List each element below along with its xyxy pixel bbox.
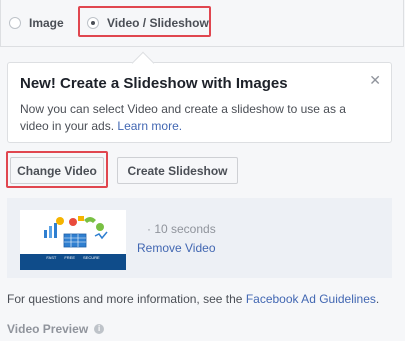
video-thumbnail[interactable]: FAST FREE SECURE	[20, 210, 126, 270]
format-selector-bar: Image Video / Slideshow	[0, 0, 405, 48]
video-preview-heading: Video Preview i	[7, 322, 105, 336]
thumbnail-captions: FAST FREE SECURE	[20, 255, 126, 260]
radio-image-circle[interactable]	[9, 17, 21, 29]
learn-more-link[interactable]: Learn more.	[117, 119, 182, 133]
ad-guidelines-note: For questions and more information, see …	[7, 292, 379, 306]
thumbnail-caption-free: FREE	[64, 255, 75, 260]
info-icon[interactable]: i	[94, 324, 105, 334]
radio-image-label[interactable]: Image	[29, 16, 64, 30]
thumbnail-caption-secure: SECURE	[83, 255, 100, 260]
close-icon[interactable]: ✕	[369, 73, 381, 87]
facebook-ad-guidelines-link[interactable]: Facebook Ad Guidelines	[246, 292, 376, 306]
highlight-box-change-video	[6, 151, 108, 188]
notice-body: Now you can select Video and create a sl…	[20, 101, 350, 135]
notice-body-text: Now you can select Video and create a sl…	[20, 102, 346, 133]
highlight-box-video-option	[78, 6, 211, 37]
video-preview-label: Video Preview	[7, 322, 89, 336]
selected-video-panel: FAST FREE SECURE · 10 seconds Remove Vid…	[7, 198, 392, 278]
footer-suffix: .	[375, 292, 380, 306]
radio-image[interactable]: Image	[9, 14, 64, 32]
notice-title: New! Create a Slideshow with Images	[20, 75, 288, 92]
create-slideshow-button[interactable]: Create Slideshow	[117, 157, 238, 184]
remove-video-link[interactable]: Remove Video	[137, 241, 216, 255]
thumbnail-caption-fast: FAST	[46, 255, 57, 260]
video-duration: · 10 seconds	[147, 222, 216, 236]
slideshow-notice: New! Create a Slideshow with Images Now …	[7, 62, 392, 143]
footer-text: For questions and more information, see …	[7, 292, 243, 306]
